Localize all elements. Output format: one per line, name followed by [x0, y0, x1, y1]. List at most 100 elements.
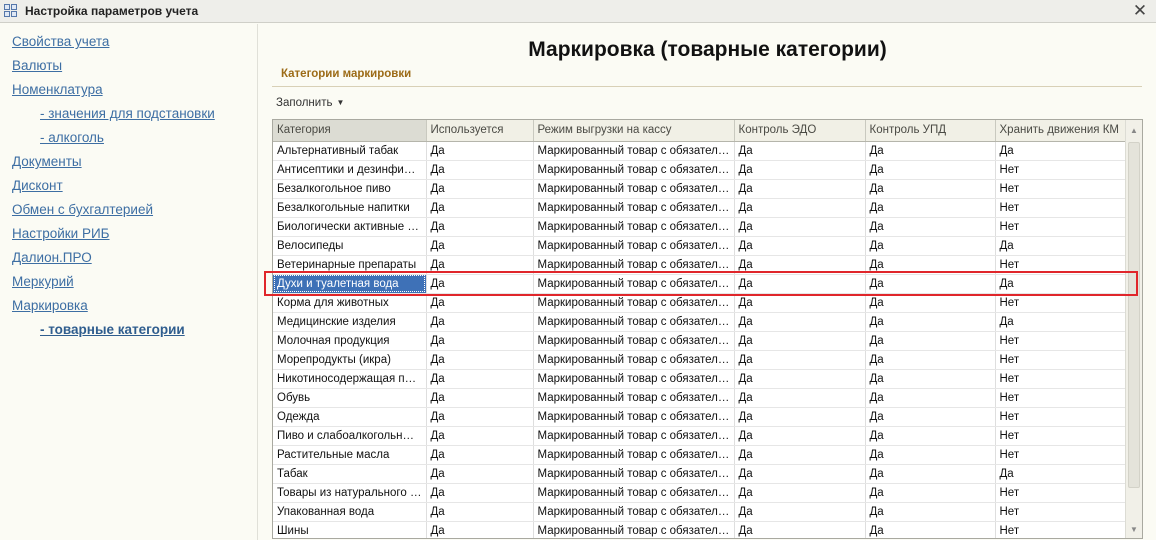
table-cell[interactable]: Нет	[995, 369, 1127, 389]
table-row[interactable]: Упакованная вода Да Маркированный товар с …	[273, 502, 1127, 522]
table-cell[interactable]: Нет	[995, 198, 1127, 218]
sidebar-item[interactable]: Номенклатура	[0, 80, 257, 104]
table-cell[interactable]: Нет	[995, 521, 1127, 538]
table-row[interactable]: Пиво и слабоалкогольные ... Да Маркированн…	[273, 426, 1127, 446]
table-cell[interactable]: Да	[426, 274, 534, 294]
sidebar-item[interactable]: Настройки РИБ	[0, 224, 257, 248]
table-cell[interactable]: Маркированный товар с обязательн...	[533, 407, 735, 427]
table-row[interactable]: Биологически активные до... Да Маркированн…	[273, 217, 1127, 237]
table-cell[interactable]: Нет	[995, 160, 1127, 180]
table-cell[interactable]: Маркированный товар с обязательн...	[533, 141, 735, 161]
table-cell[interactable]: Нет	[995, 445, 1127, 465]
table-cell[interactable]: Безалкогольное пиво	[273, 179, 427, 199]
table-row[interactable]: Медицинские изделия Да Маркированный товар…	[273, 312, 1127, 332]
table-cell[interactable]: Да	[865, 350, 996, 370]
column-header[interactable]: Режим выгрузки на кассу	[533, 120, 735, 142]
table-cell[interactable]: Да	[734, 312, 866, 332]
table-cell[interactable]: Маркированный товар с обязательн...	[533, 255, 735, 275]
table-cell[interactable]: Да	[426, 293, 534, 313]
table-cell[interactable]: Да	[865, 179, 996, 199]
table-row[interactable]: Антисептики и дезинфици... Да Маркированны…	[273, 160, 1127, 180]
table-row[interactable]: Морепродукты (икра) Да Маркированный товар…	[273, 350, 1127, 370]
table-cell[interactable]: Да	[426, 198, 534, 218]
sidebar-item[interactable]: Документы	[0, 152, 257, 176]
table-cell[interactable]: Маркированный товар с обязательн...	[533, 388, 735, 408]
table-cell[interactable]: Нет	[995, 350, 1127, 370]
table-cell[interactable]: Да	[426, 388, 534, 408]
table-cell[interactable]: Да	[426, 350, 534, 370]
sidebar-item[interactable]: Обмен с бухгалтерией	[0, 200, 257, 224]
table-cell[interactable]: Да	[995, 236, 1127, 256]
table-cell[interactable]: Растительные масла	[273, 445, 427, 465]
table-row[interactable]: Табак Да Маркированный товар с обязательн.…	[273, 464, 1127, 484]
table-cell[interactable]: Да	[734, 407, 866, 427]
table-cell[interactable]: Пиво и слабоалкогольные ...	[273, 426, 427, 446]
table-cell[interactable]: Маркированный товар с обязательн...	[533, 274, 735, 294]
table-cell[interactable]: Да	[734, 388, 866, 408]
table-cell[interactable]: Да	[734, 445, 866, 465]
table-cell[interactable]: Да	[865, 388, 996, 408]
table-cell[interactable]: Да	[995, 141, 1127, 161]
table-cell[interactable]: Да	[734, 198, 866, 218]
table-cell[interactable]: Маркированный товар с обязательн...	[533, 331, 735, 351]
table-cell[interactable]: Маркированный товар с обязательн...	[533, 350, 735, 370]
table-cell[interactable]: Да	[734, 331, 866, 351]
table-cell[interactable]: Да	[426, 426, 534, 446]
table-row[interactable]: Безалкогольное пиво Да Маркированный товар…	[273, 179, 1127, 199]
column-header[interactable]: Контроль ЭДО	[734, 120, 866, 142]
table-cell[interactable]: Корма для животных	[273, 293, 427, 313]
table-cell[interactable]: Да	[426, 407, 534, 427]
sidebar-item[interactable]: Свойства учета	[0, 32, 257, 56]
table-cell[interactable]: Да	[734, 293, 866, 313]
table-cell[interactable]: Да	[865, 483, 996, 503]
column-header[interactable]: Используется	[426, 120, 534, 142]
table-cell[interactable]: Упакованная вода	[273, 502, 427, 522]
table-cell[interactable]: Да	[865, 464, 996, 484]
table-cell[interactable]: Маркированный товар с обязательн...	[533, 445, 735, 465]
table-cell[interactable]: Да	[426, 217, 534, 237]
table-row[interactable]: Ветеринарные препараты Да Маркированный то…	[273, 255, 1127, 275]
table-row[interactable]: Обувь Да Маркированный товар с обязательн.…	[273, 388, 1127, 408]
table-cell[interactable]: Маркированный товар с обязательн...	[533, 293, 735, 313]
table-cell[interactable]: Да	[734, 464, 866, 484]
table-cell[interactable]: Да	[426, 141, 534, 161]
column-header[interactable]: Контроль УПД	[865, 120, 996, 142]
table-cell[interactable]: Да	[865, 445, 996, 465]
table-cell[interactable]: Да	[865, 160, 996, 180]
column-header[interactable]: Хранить движения КМ	[995, 120, 1127, 142]
table-cell[interactable]: Маркированный товар с обязательн...	[533, 426, 735, 446]
scroll-thumb[interactable]	[1128, 142, 1140, 488]
table-row[interactable]: Товары из натурального м... Да Маркированн…	[273, 483, 1127, 503]
table-cell[interactable]: Да	[426, 255, 534, 275]
table-cell[interactable]: Да	[426, 369, 534, 389]
table-cell[interactable]: Да	[734, 521, 866, 538]
table-cell[interactable]: Маркированный товар с обязательн...	[533, 236, 735, 256]
sidebar-item[interactable]: Маркировка	[0, 296, 257, 320]
table-cell[interactable]: Морепродукты (икра)	[273, 350, 427, 370]
table-cell[interactable]: Да	[426, 160, 534, 180]
categories-table[interactable]: Категория Используется Режим выгрузки на к…	[272, 119, 1143, 539]
table-cell[interactable]: Велосипеды	[273, 236, 427, 256]
table-cell[interactable]: Да	[734, 502, 866, 522]
table-cell[interactable]: Да	[734, 236, 866, 256]
table-cell[interactable]: Да	[426, 445, 534, 465]
table-cell[interactable]: Да	[865, 255, 996, 275]
table-row[interactable]: Растительные масла Да Маркированный товар …	[273, 445, 1127, 465]
table-cell[interactable]: Да	[734, 255, 866, 275]
table-cell[interactable]: Нет	[995, 426, 1127, 446]
scroll-down-icon[interactable]: ▼	[1126, 522, 1142, 538]
table-row[interactable]: Корма для животных Да Маркированный товар …	[273, 293, 1127, 313]
table-cell[interactable]: Антисептики и дезинфици...	[273, 160, 427, 180]
table-cell[interactable]: Альтернативный табак	[273, 141, 427, 161]
table-row[interactable]: Одежда Да Маркированный товар с обязательн…	[273, 407, 1127, 427]
table-cell[interactable]: Маркированный товар с обязательн...	[533, 217, 735, 237]
table-row[interactable]: Велосипеды Да Маркированный товар с обязат…	[273, 236, 1127, 256]
table-cell[interactable]: Обувь	[273, 388, 427, 408]
table-cell[interactable]: Биологически активные до...	[273, 217, 427, 237]
table-row[interactable]: Никотиносодержащая про... Да Маркированный…	[273, 369, 1127, 389]
table-cell[interactable]: Маркированный товар с обязательн...	[533, 502, 735, 522]
table-cell[interactable]: Да	[734, 369, 866, 389]
sidebar-item[interactable]: Далион.ПРО	[0, 248, 257, 272]
table-cell[interactable]: Да	[734, 217, 866, 237]
table-cell[interactable]: Одежда	[273, 407, 427, 427]
